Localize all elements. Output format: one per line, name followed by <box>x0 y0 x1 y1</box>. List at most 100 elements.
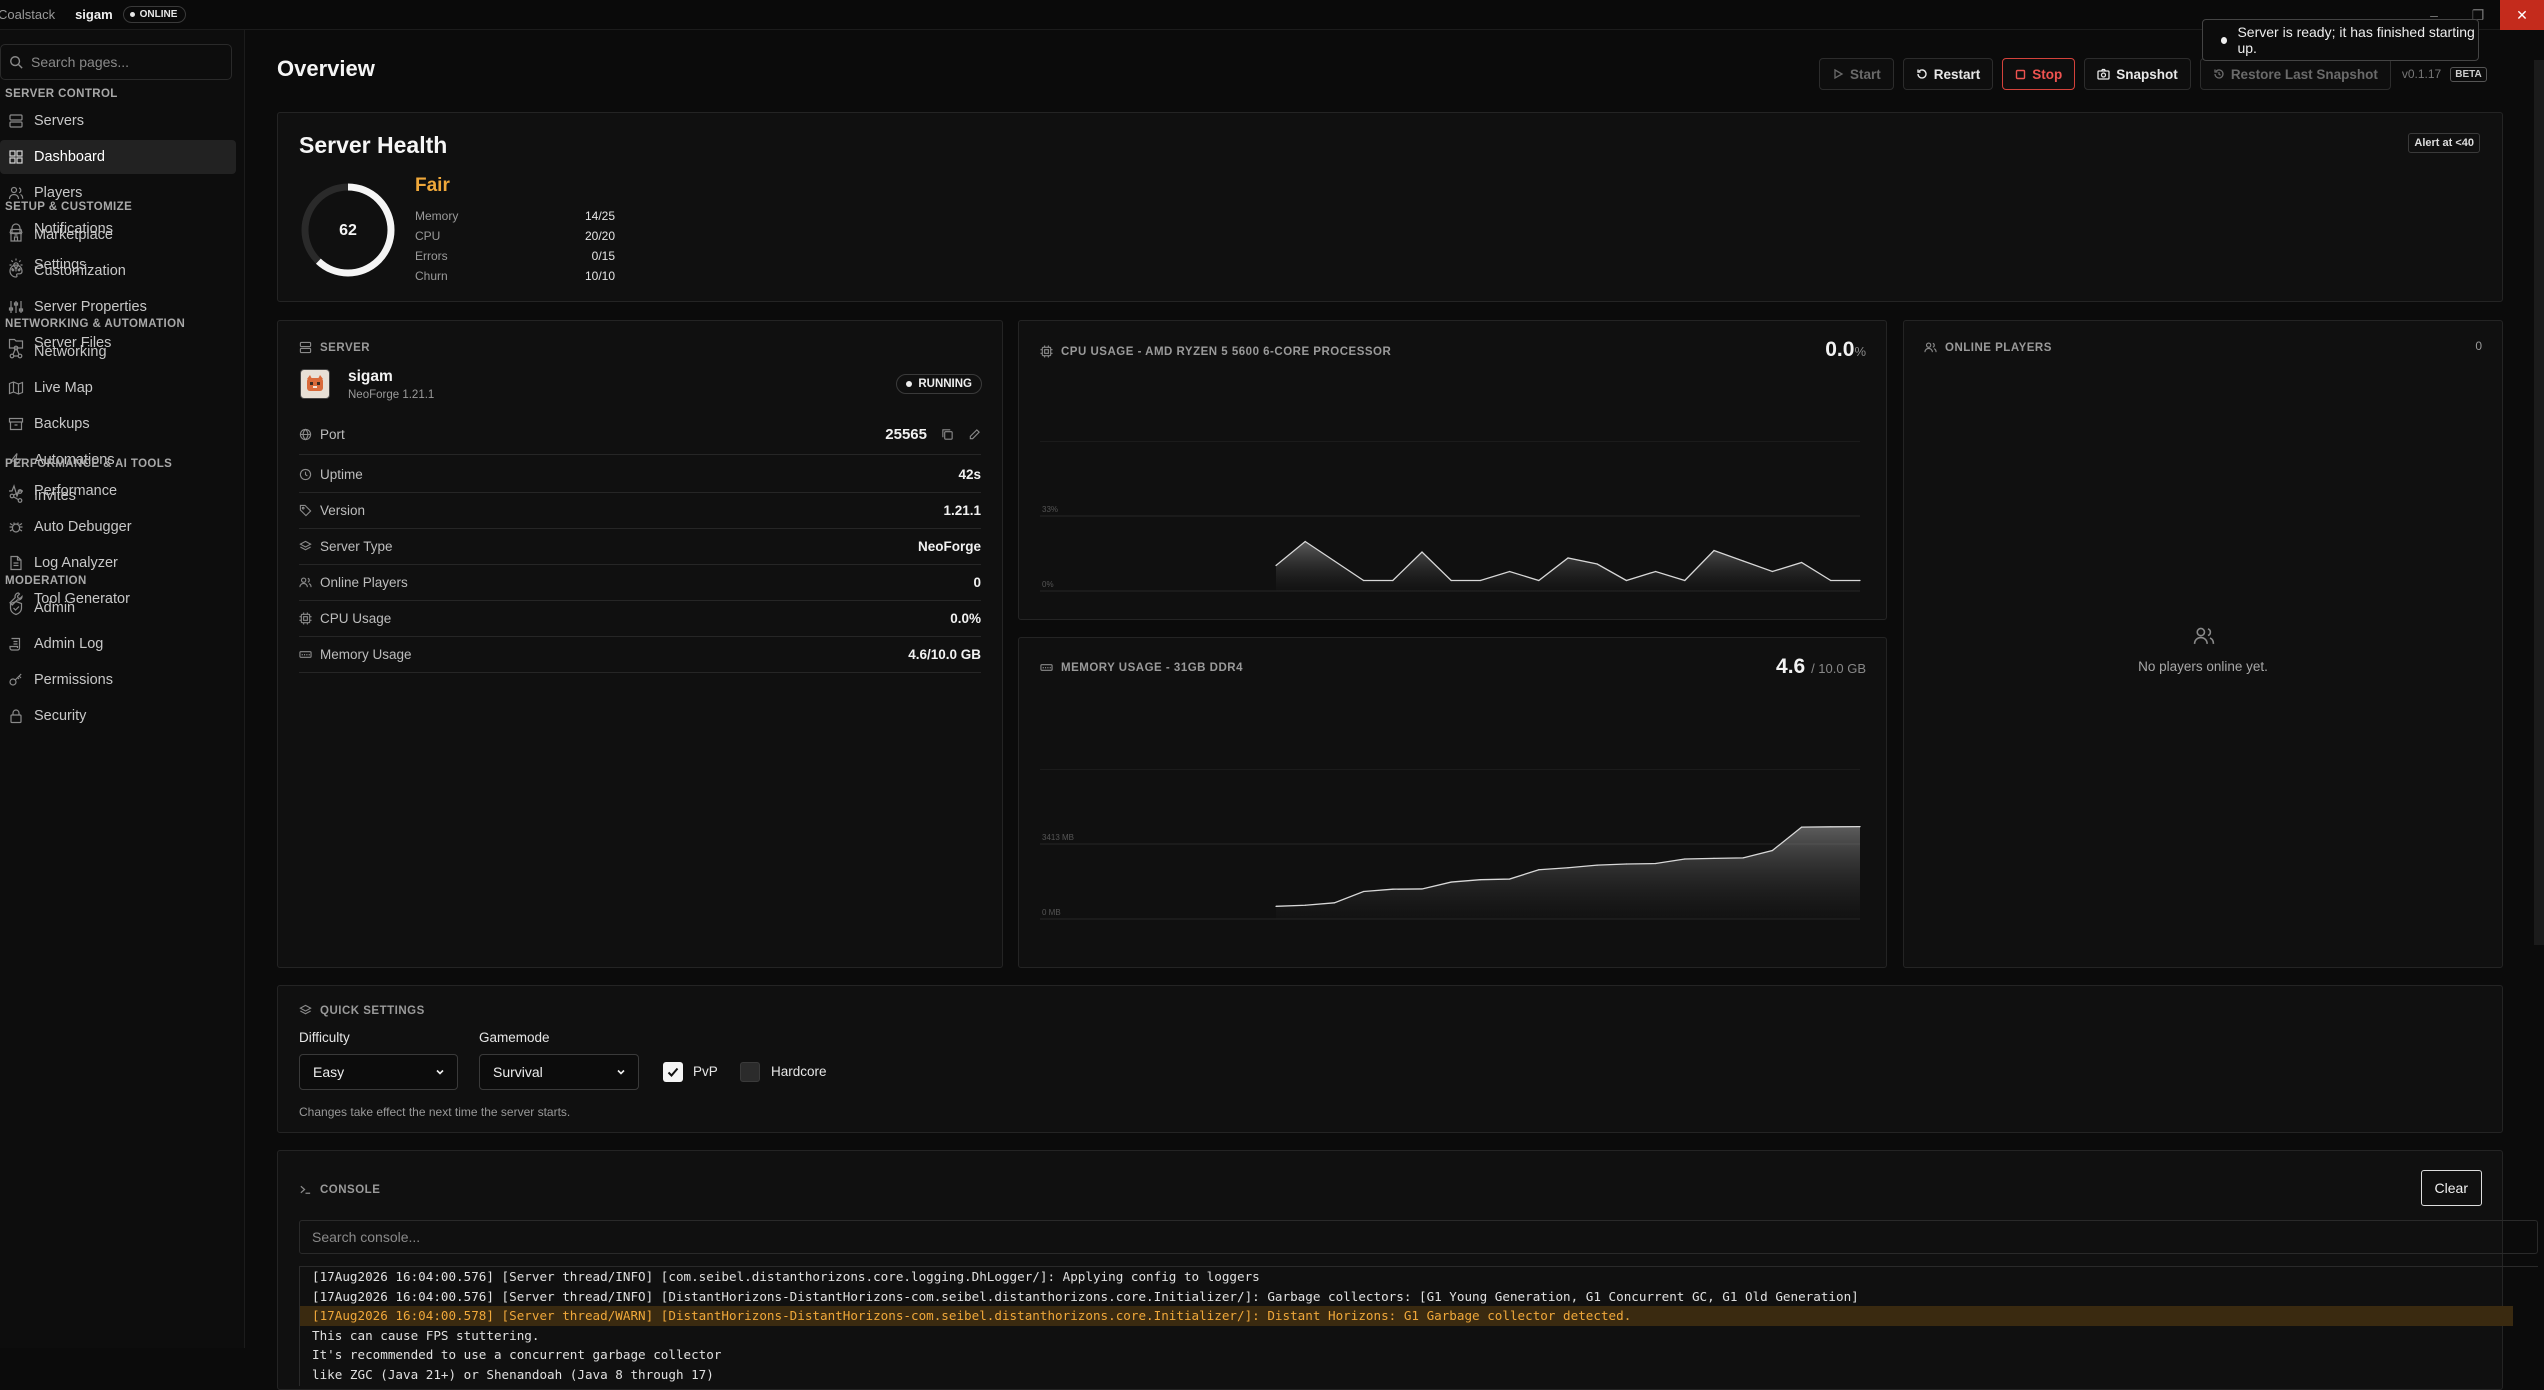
hardcore-checkbox[interactable] <box>740 1062 760 1082</box>
y-tick-label: 0% <box>1042 580 1054 589</box>
memory-icon <box>299 651 312 658</box>
sidebar-item-label: Log Analyzer <box>34 555 118 571</box>
pvp-checkbox[interactable] <box>663 1062 683 1082</box>
sidebar-item-label: Marketplace <box>34 227 113 243</box>
edit-port-button[interactable] <box>968 428 981 441</box>
console-line: like ZGC (Java 21+) or Shenandoah (Java … <box>312 1366 714 1382</box>
metric-value: 14/25 <box>584 209 615 223</box>
gamemode-label: Gamemode <box>479 1030 550 1045</box>
search-icon <box>10 56 23 69</box>
stop-label: Stop <box>2032 66 2063 82</box>
stop-button[interactable]: Stop <box>2002 58 2076 90</box>
page-search-input[interactable]: Search pages... <box>0 44 232 80</box>
status-dot <box>129 12 135 17</box>
close-window-button[interactable]: ✕ <box>2500 0 2544 30</box>
difficulty-label: Difficulty <box>299 1030 350 1045</box>
memory-current-value: 4.6 / 10.0 GB <box>1776 655 1866 679</box>
copy-port-button[interactable] <box>941 428 954 441</box>
sidebar-item-label: Server Properties <box>34 299 147 315</box>
sidebar-item-security[interactable]: Security <box>0 699 236 733</box>
gamemode-value: Survival <box>493 1064 543 1080</box>
data-point <box>1567 867 1569 869</box>
beta-badge: BETA <box>2450 66 2487 82</box>
clear-console-button[interactable]: Clear <box>2420 1170 2482 1206</box>
row-label: Version <box>320 503 366 518</box>
data-point <box>1713 857 1715 859</box>
key-icon <box>9 673 22 686</box>
sidebar-item-admin-log[interactable]: Admin Log <box>0 627 236 661</box>
nav-section-networking-automation: NETWORKING & AUTOMATION <box>5 318 186 330</box>
metric-value: 0/15 <box>591 249 615 263</box>
terminal-icon <box>300 1185 311 1194</box>
restore-snapshot-button[interactable]: Restore Last Snapshot <box>2199 58 2391 90</box>
cpu-unit: % <box>1854 344 1866 359</box>
sidebar-item-backups[interactable]: Backups <box>0 407 236 441</box>
start-button[interactable]: Start <box>1819 58 1894 90</box>
difficulty-select[interactable]: Easy <box>299 1054 458 1090</box>
server-row-memory-usage: Memory Usage 4.6/10.0 GB <box>299 637 981 673</box>
memory-usage-chart: 6827 MB3413 MB0 MB <box>1040 769 1861 920</box>
snapshot-button[interactable]: Snapshot <box>2084 58 2191 90</box>
clock-icon <box>299 468 312 481</box>
sidebar-item-live-map[interactable]: Live Map <box>0 371 236 405</box>
data-point <box>1801 561 1803 564</box>
sidebar-item-dashboard[interactable]: Dashboard <box>0 140 236 174</box>
alert-threshold-badge[interactable]: Alert at <40 <box>2408 133 2480 153</box>
sidebar-item-admin[interactable]: Admin <box>0 591 236 625</box>
console-line: [17Aug2026 16:04:00.576] [Server thread/… <box>312 1269 1260 1284</box>
sidebar-item-customization[interactable]: Customization <box>0 254 236 288</box>
row-label: Online Players <box>320 575 408 590</box>
sidebar-item-performance[interactable]: Performance <box>0 474 236 508</box>
data-point <box>1771 570 1773 573</box>
layers-icon <box>299 540 312 551</box>
nav-section-server-control: SERVER CONTROL <box>5 88 118 100</box>
chevron-down-icon <box>617 1069 625 1075</box>
users-icon <box>299 577 312 588</box>
sidebar-item-label: Networking <box>34 344 107 360</box>
difficulty-value: Easy <box>313 1064 345 1080</box>
sidebar-item-label: Admin Log <box>34 636 104 652</box>
console-search-input[interactable]: Search console... <box>299 1220 2538 1254</box>
console-header: CONSOLE <box>299 1183 380 1196</box>
metric-value: 10/10 <box>584 269 615 283</box>
row-value: 4.6/10.0 GB <box>908 647 981 662</box>
gamemode-select[interactable]: Survival <box>479 1054 639 1090</box>
store-icon <box>9 228 23 242</box>
data-point <box>1392 579 1394 582</box>
pulse-icon <box>9 484 23 498</box>
nav-section-performance-ai-tools: PERFORMANCE & AI TOOLS <box>5 458 173 470</box>
restart-button[interactable]: Restart <box>1902 58 1994 90</box>
hardcore-label: Hardcore <box>771 1064 827 1079</box>
memory-value: 4.6 <box>1776 655 1806 678</box>
sidebar-item-label: Dashboard <box>34 149 105 165</box>
main-scrollbar[interactable] <box>2534 60 2544 945</box>
sidebar-item-permissions[interactable]: Permissions <box>0 663 236 697</box>
sidebar-item-networking[interactable]: Networking <box>0 335 236 369</box>
quick-settings-header: QUICK SETTINGS <box>299 1004 425 1017</box>
sliders-icon <box>8 301 24 313</box>
data-point <box>1655 570 1657 573</box>
console-line: [17Aug2026 16:04:00.578] [Server thread/… <box>300 1306 2513 1326</box>
row-label: Port <box>320 427 345 442</box>
sidebar-item-servers[interactable]: Servers <box>0 104 236 138</box>
data-point <box>1801 826 1803 828</box>
console-log[interactable]: [17Aug2026 16:04:00.576] [Server thread/… <box>299 1266 2538 1386</box>
sidebar-item-marketplace[interactable]: Marketplace <box>0 218 236 252</box>
row-label: CPU Usage <box>320 611 392 626</box>
metric-label: Errors <box>415 249 448 263</box>
users-icon <box>1924 342 1937 353</box>
quick-settings-title: QUICK SETTINGS <box>320 1004 425 1017</box>
data-point <box>1830 579 1832 582</box>
memory-card-title: MEMORY USAGE - 31GB DDR4 <box>1061 661 1243 674</box>
data-point <box>1567 557 1569 559</box>
stop-icon <box>2016 69 2026 79</box>
sidebar-item-label: Servers <box>34 113 84 129</box>
data-point <box>1859 579 1861 582</box>
running-text: RUNNING <box>918 378 972 390</box>
server-loader-version: NeoForge 1.21.1 <box>348 389 435 401</box>
sidebar-item-auto-debugger[interactable]: Auto Debugger <box>0 510 236 544</box>
server-name: sigam <box>348 368 393 385</box>
scroll-icon <box>9 637 21 651</box>
metric-value: 20/20 <box>584 229 615 243</box>
restore-label: Restore Last Snapshot <box>2230 66 2378 82</box>
